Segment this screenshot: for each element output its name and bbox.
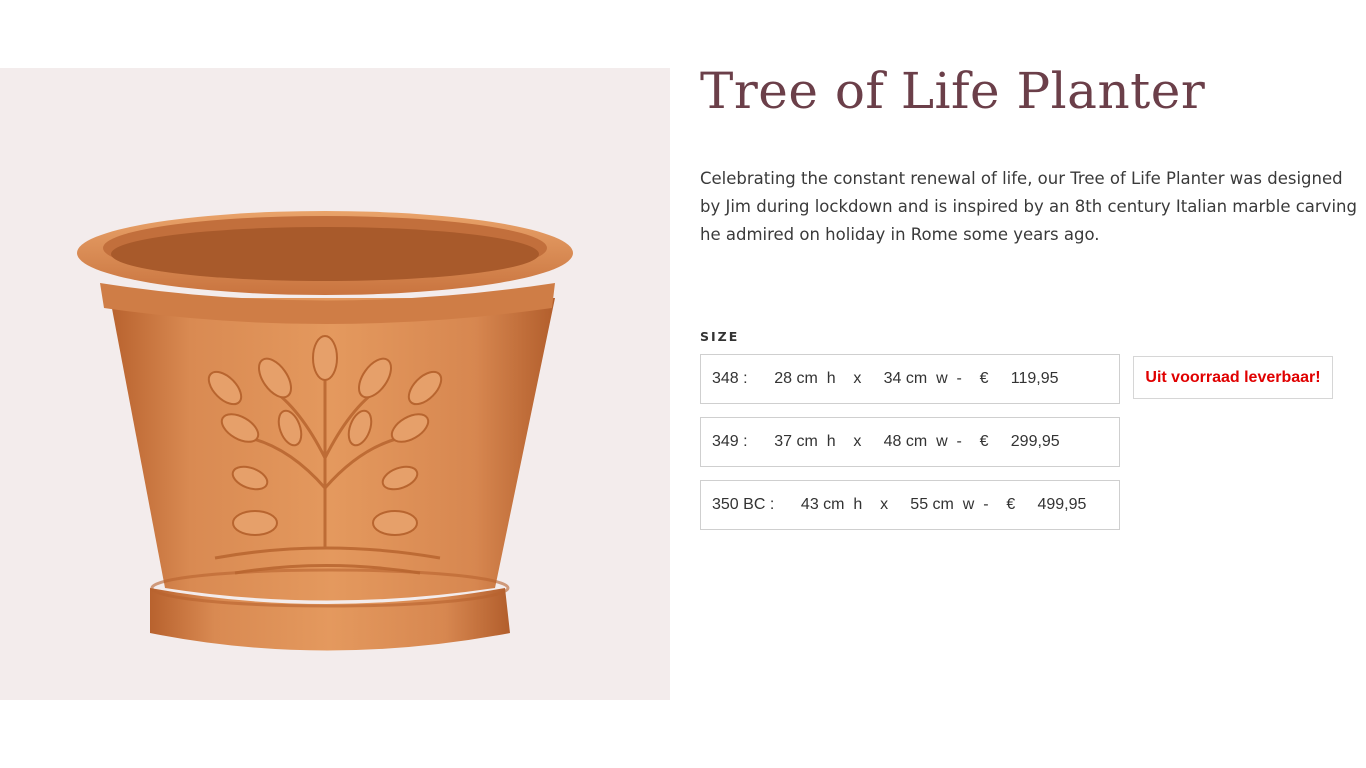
size-label: SIZE <box>700 329 740 344</box>
product-title: Tree of Life Planter <box>700 62 1206 120</box>
size-option-349[interactable]: 349 : 37 cm h x 48 cm w - € 299,95 <box>700 417 1120 467</box>
product-image <box>0 68 670 700</box>
product-description: Celebrating the constant renewal of life… <box>700 169 1357 244</box>
size-option-348[interactable]: 348 : 28 cm h x 34 cm w - € 119,95 <box>700 354 1120 404</box>
size-option-350bc[interactable]: 350 BC : 43 cm h x 55 cm w - € 499,95 <box>700 480 1120 530</box>
stock-status-badge: Uit voorraad leverbaar! <box>1133 356 1333 399</box>
